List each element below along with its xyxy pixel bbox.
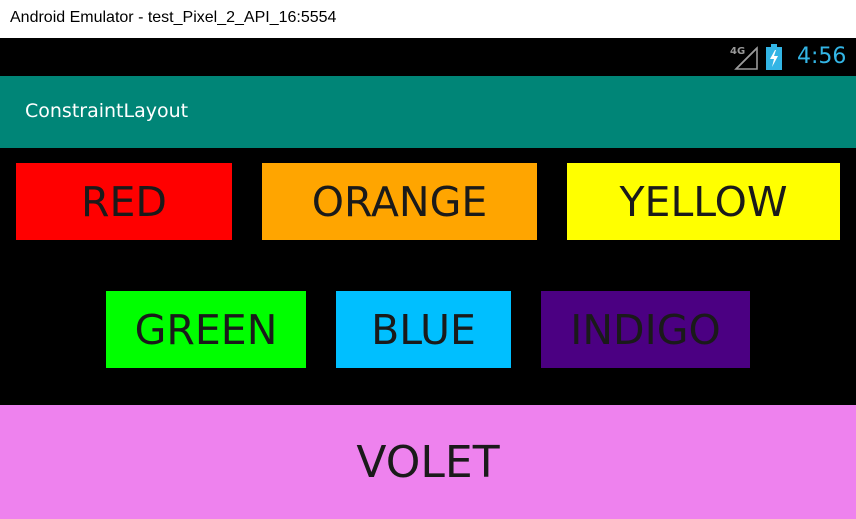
app-bar-title: ConstraintLayout — [25, 100, 189, 122]
network-label: 4G — [730, 46, 745, 57]
red-button[interactable]: RED — [16, 163, 232, 240]
android-status-bar — [0, 38, 856, 76]
signal-4g-icon: 4G — [730, 46, 758, 70]
status-clock: 4:56 — [797, 44, 847, 69]
yellow-button[interactable]: YELLOW — [567, 163, 840, 240]
window-title: Android Emulator - test_Pixel_2_API_16:5… — [10, 9, 337, 26]
window-titlebar: Android Emulator - test_Pixel_2_API_16:5… — [0, 0, 856, 38]
violet-button[interactable]: VOLET — [0, 405, 856, 519]
emulator-window: Android Emulator - test_Pixel_2_API_16:5… — [0, 0, 856, 519]
battery-charging-icon — [766, 44, 782, 70]
app-bar: ConstraintLayout — [0, 76, 856, 148]
orange-button[interactable]: ORANGE — [262, 163, 537, 240]
blue-button[interactable]: BLUE — [336, 291, 511, 368]
indigo-button[interactable]: INDIGO — [541, 291, 750, 368]
green-button[interactable]: GREEN — [106, 291, 306, 368]
